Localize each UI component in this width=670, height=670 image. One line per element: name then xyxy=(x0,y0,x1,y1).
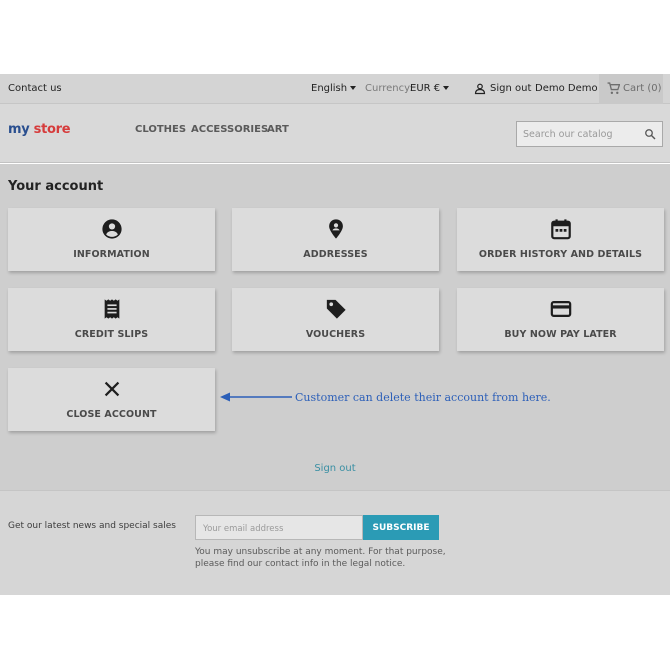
card-label: CREDIT SLIPS xyxy=(74,329,149,340)
card-label: ADDRESSES xyxy=(303,249,368,260)
location-pin-icon xyxy=(328,219,343,239)
chevron-down-icon xyxy=(350,86,357,90)
user-icon xyxy=(474,83,486,95)
cart-label: Cart (0) xyxy=(623,83,662,94)
currency-value: EUR € xyxy=(410,83,441,94)
language-label: English xyxy=(311,83,348,94)
email-field-wrap xyxy=(195,515,363,541)
vouchers-card[interactable]: VOUCHERS xyxy=(232,288,439,351)
card-label: INFORMATION xyxy=(73,249,150,260)
cart-icon xyxy=(607,82,620,95)
contact-us-link[interactable]: Contact us xyxy=(8,83,62,94)
credit-card-icon xyxy=(550,301,571,317)
page-title: Your account xyxy=(8,179,104,194)
order-history-card[interactable]: ORDER HISTORY AND DETAILS xyxy=(457,208,664,271)
account-circle-icon xyxy=(101,219,122,239)
annotation-text: Customer can delete their account from h… xyxy=(295,391,551,404)
site-header: my store CLOTHES ACCESSORIES ART xyxy=(0,104,670,163)
store-logo[interactable]: my store xyxy=(8,122,71,137)
currency-selector[interactable]: EUR € xyxy=(410,83,450,94)
email-field[interactable] xyxy=(196,517,362,541)
tag-icon xyxy=(326,299,346,319)
nav-clothes[interactable]: CLOTHES xyxy=(135,124,186,135)
annotation-arrow-icon xyxy=(220,392,292,402)
unsubscribe-notice: You may unsubscribe at any moment. For t… xyxy=(195,547,446,569)
currency-label: Currency: xyxy=(365,83,413,94)
account-page: Your account INFORMATION ADDRESSES ORDER… xyxy=(0,164,670,490)
search-box xyxy=(516,121,663,147)
calendar-icon xyxy=(550,219,571,240)
close-account-card[interactable]: CLOSE ACCOUNT xyxy=(8,368,215,431)
top-bar: Contact us English Currency: EUR € Sign … xyxy=(0,74,670,104)
subscribe-button[interactable]: SUBSCRIBE xyxy=(363,515,439,540)
buy-now-pay-later-card[interactable]: BUY NOW PAY LATER xyxy=(457,288,664,351)
search-icon[interactable] xyxy=(644,128,656,140)
addresses-card[interactable]: ADDRESSES xyxy=(232,208,439,271)
card-label: VOUCHERS xyxy=(305,329,366,340)
chevron-down-icon xyxy=(443,86,450,90)
card-label: CLOSE ACCOUNT xyxy=(66,409,157,420)
sign-out-link[interactable]: Sign out xyxy=(490,83,531,94)
information-card[interactable]: INFORMATION xyxy=(8,208,215,271)
card-label: ORDER HISTORY AND DETAILS xyxy=(478,249,643,260)
credit-slips-card[interactable]: CREDIT SLIPS xyxy=(8,288,215,351)
receipt-icon xyxy=(104,299,119,319)
language-selector[interactable]: English xyxy=(311,83,357,94)
sign-out-link[interactable]: Sign out xyxy=(0,463,670,474)
nav-art[interactable]: ART xyxy=(267,124,289,135)
search-input[interactable] xyxy=(517,122,642,146)
user-name-link[interactable]: Demo Demo xyxy=(535,83,598,94)
newsletter-footer: Get our latest news and special sales SU… xyxy=(0,490,670,595)
nav-accessories[interactable]: ACCESSORIES xyxy=(191,124,268,135)
card-label: BUY NOW PAY LATER xyxy=(504,329,617,340)
close-icon xyxy=(104,381,119,397)
cart-button[interactable]: Cart (0) xyxy=(599,74,663,104)
newsletter-label: Get our latest news and special sales xyxy=(8,521,176,531)
